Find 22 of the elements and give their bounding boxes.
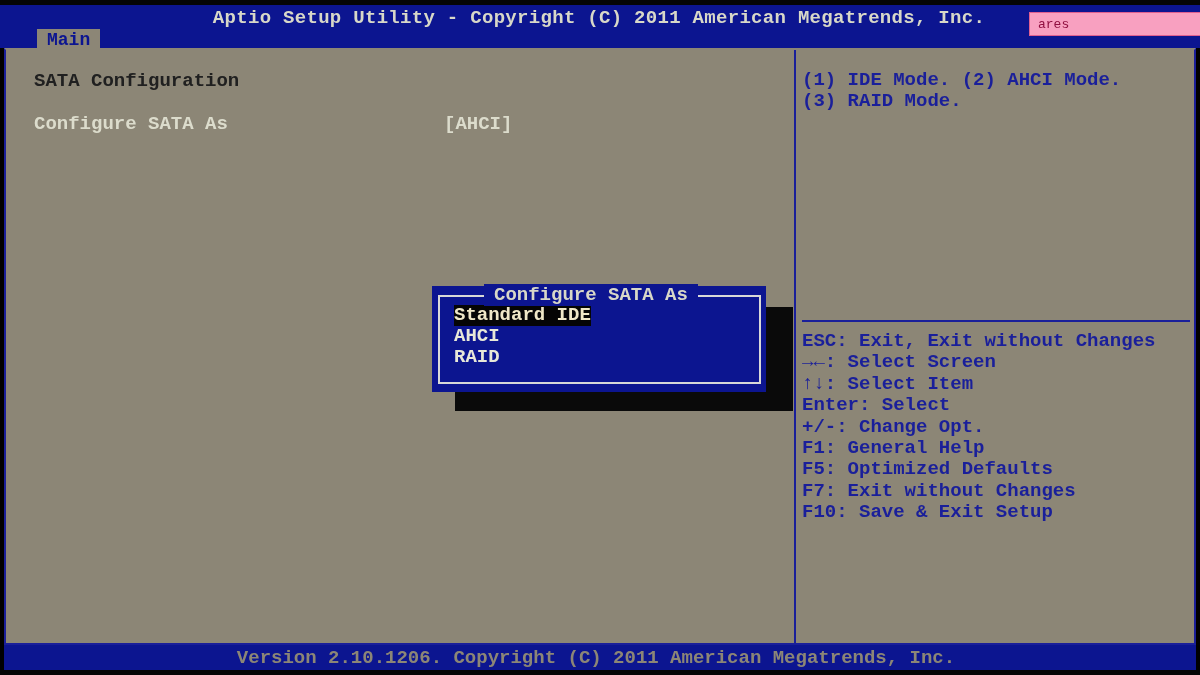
help-text: (3) RAID Mode.: [802, 91, 962, 113]
setting-label[interactable]: Configure SATA As: [34, 113, 444, 135]
setting-value[interactable]: [AHCI]: [444, 113, 513, 135]
key-help-text: ↑↓: Select Item: [802, 373, 974, 396]
key-help-text: ESC: Exit, Exit without Changes: [802, 331, 1156, 353]
key-help-text: F10: Save & Exit Setup: [802, 502, 1053, 524]
key-help-text: F7: Exit without Changes: [802, 480, 1076, 503]
section-title: SATA Configuration: [34, 70, 240, 92]
key-help-text: Enter: Select: [802, 395, 951, 417]
window-title: Aptio Setup Utility - Copyright (C) 2011 American Megatrends, Inc.: [212, 7, 986, 29]
help-text: (1) IDE Mode. (2) AHCI Mode.: [802, 70, 1122, 92]
menu-tab[interactable]: Main: [37, 29, 101, 50]
key-help-text: F1: General Help: [802, 438, 985, 460]
user-field[interactable]: ares: [1029, 12, 1200, 36]
key-help-text: →←: Select Screen: [802, 352, 996, 374]
key-help-text: +/-: Change Opt.: [802, 416, 985, 439]
popup-title: Configure SATA As: [484, 284, 698, 306]
popup-option[interactable]: Standard IDE: [454, 305, 591, 326]
key-help-text: F5: Optimized Defaults: [802, 459, 1053, 481]
version-text: Version 2.10.1206. Copyright (C) 2011 American Megatrends, Inc.: [236, 646, 957, 669]
popup-option[interactable]: AHCI: [454, 326, 500, 347]
popup-option[interactable]: RAID: [454, 347, 500, 368]
